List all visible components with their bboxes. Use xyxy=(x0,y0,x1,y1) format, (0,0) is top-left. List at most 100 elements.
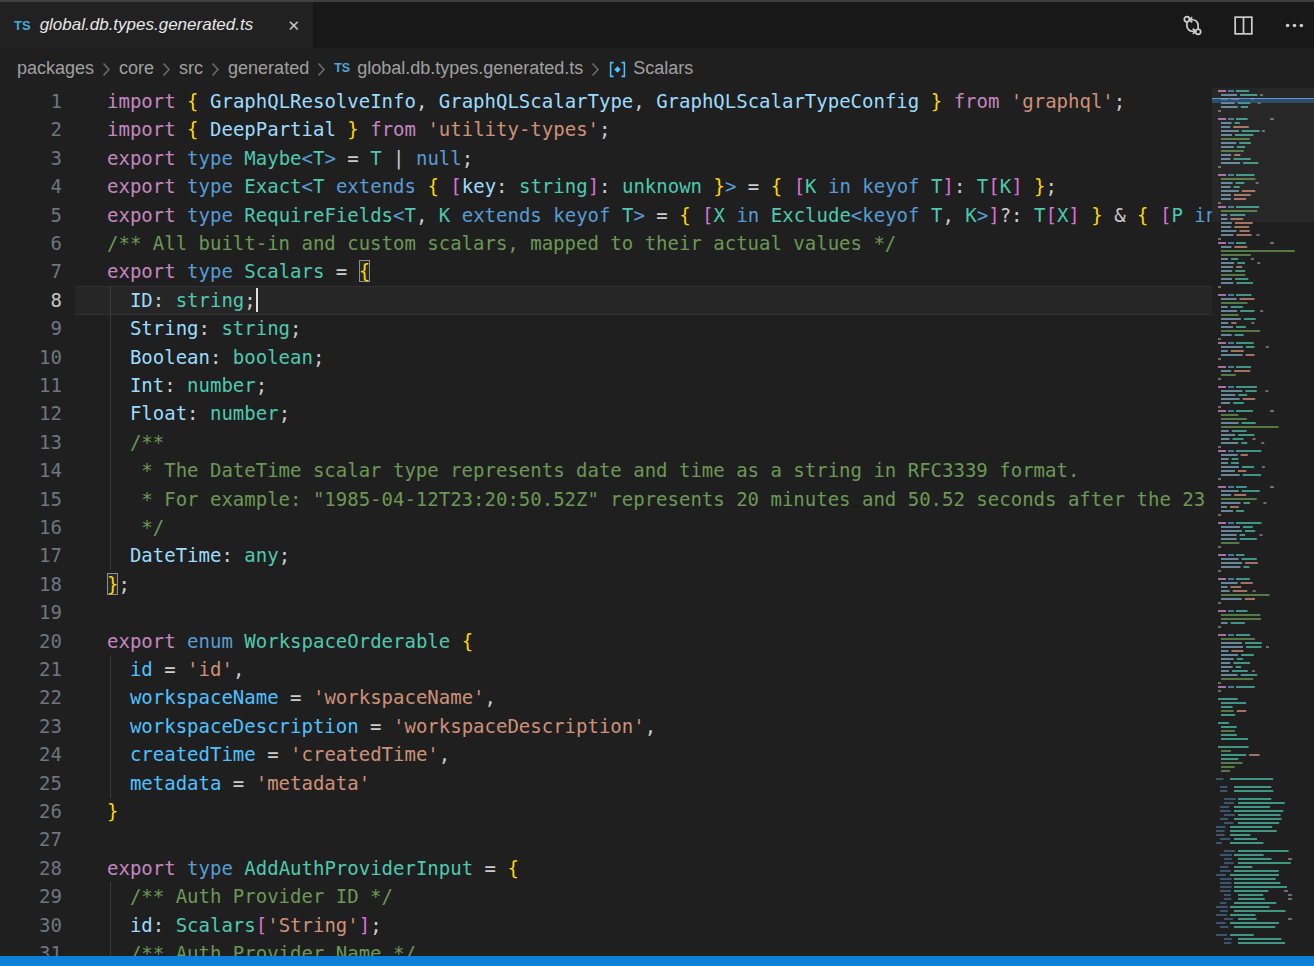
compare-changes-icon[interactable] xyxy=(1180,13,1204,37)
line-number: 19 xyxy=(0,598,62,627)
code-line-21[interactable]: 21 id = 'id', xyxy=(0,655,1212,684)
code-text: }; xyxy=(107,570,130,599)
tab-global-db-types[interactable]: TS global.db.types.generated.ts ✕ xyxy=(0,2,313,48)
tab-bar: TS global.db.types.generated.ts ✕ xyxy=(0,2,1314,48)
code-line-26[interactable]: 26} xyxy=(0,797,1212,826)
line-number: 6 xyxy=(0,229,62,258)
code-line-2[interactable]: 2 import { DeepPartial } from 'utility-ty… xyxy=(0,115,1212,144)
line-number: 10 xyxy=(0,343,62,372)
breadcrumb-item-core[interactable]: core xyxy=(119,58,154,79)
minimap[interactable] xyxy=(1212,88,1314,966)
code-text: createdTime = 'createdTime', xyxy=(107,740,450,769)
breadcrumb-separator-icon xyxy=(591,62,600,77)
code-text: export enum WorkspaceOrderable { xyxy=(107,627,473,656)
code-line-19[interactable]: 19 xyxy=(0,598,1212,627)
line-number: 28 xyxy=(0,854,62,883)
code-text: id = 'id', xyxy=(107,655,244,684)
code-text: /** Auth Provider ID */ xyxy=(107,882,393,911)
line-number: 17 xyxy=(0,541,62,570)
breadcrumb-item-symbol[interactable]: Scalars xyxy=(633,58,693,79)
code-text: import { DeepPartial } from 'utility-typ… xyxy=(107,115,610,144)
line-number: 13 xyxy=(0,428,62,457)
line-number: 14 xyxy=(0,456,62,485)
code-line-25[interactable]: 25 metadata = 'metadata' xyxy=(0,769,1212,798)
code-text: workspaceName = 'workspaceName', xyxy=(107,683,496,712)
code-line-11[interactable]: 11 Int: number; xyxy=(0,371,1212,400)
code-text: id: Scalars['String']; xyxy=(107,911,382,940)
line-number: 27 xyxy=(0,825,62,854)
code-text: /** All built-in and custom scalars, map… xyxy=(107,229,896,258)
code-text: Boolean: boolean; xyxy=(107,343,324,372)
editor-actions xyxy=(1180,2,1312,48)
code-line-28[interactable]: 28export type AddAuthProviderInput = { xyxy=(0,854,1212,883)
code-line-14[interactable]: 14 * The DateTime scalar type represents… xyxy=(0,456,1212,485)
code-line-23[interactable]: 23 workspaceDescription = 'workspaceDesc… xyxy=(0,712,1212,741)
breadcrumb-item-generated[interactable]: generated xyxy=(228,58,309,79)
code-text: String: string; xyxy=(107,314,302,343)
split-editor-icon[interactable] xyxy=(1231,13,1255,37)
code-line-9[interactable]: 9 String: string; xyxy=(0,314,1212,343)
code-line-1[interactable]: 1 import { GraphQLResolveInfo, GraphQLSca… xyxy=(0,88,1212,116)
line-number: 4 xyxy=(0,172,62,201)
code-text: } xyxy=(107,797,118,826)
code-line-27[interactable]: 27 xyxy=(0,825,1212,854)
code-line-24[interactable]: 24 createdTime = 'createdTime', xyxy=(0,740,1212,769)
breadcrumb-item-packages[interactable]: packages xyxy=(17,58,94,79)
line-number: 2 xyxy=(0,115,62,144)
code-line-7[interactable]: 7export type Scalars = { xyxy=(0,257,1212,286)
code-line-5[interactable]: 5 export type RequireFields<T, K extends … xyxy=(0,201,1212,230)
code-text: workspaceDescription = 'workspaceDescrip… xyxy=(107,712,656,741)
breadcrumb-separator-icon xyxy=(211,62,220,77)
code-text: * The DateTime scalar type represents da… xyxy=(107,456,1079,485)
code-line-29[interactable]: 29 /** Auth Provider ID */ xyxy=(0,882,1212,911)
tab-close-icon[interactable]: ✕ xyxy=(287,18,300,33)
code-line-18[interactable]: 18}; xyxy=(0,570,1212,599)
code-line-17[interactable]: 17 DateTime: any; xyxy=(0,541,1212,570)
line-number: 5 xyxy=(0,201,62,230)
line-number: 20 xyxy=(0,627,62,656)
line-number: 22 xyxy=(0,683,62,712)
line-number: 12 xyxy=(0,399,62,428)
code-text: DateTime: any; xyxy=(107,541,290,570)
line-number: 11 xyxy=(0,371,62,400)
code-line-6[interactable]: 6 /** All built-in and custom scalars, ma… xyxy=(0,229,1212,258)
line-number: 26 xyxy=(0,797,62,826)
line-number: 30 xyxy=(0,911,62,940)
code-text: /** xyxy=(107,428,164,457)
code-line-10[interactable]: 10 Boolean: boolean; xyxy=(0,343,1212,372)
breadcrumb-item-src[interactable]: src xyxy=(179,58,203,79)
code-line-16[interactable]: 16 */ xyxy=(0,513,1212,542)
line-number: 16 xyxy=(0,513,62,542)
code-text: export type Maybe<T> = T | null; xyxy=(107,144,473,173)
line-number: 7 xyxy=(0,257,62,286)
code-line-13[interactable]: 13 /** xyxy=(0,428,1212,457)
code-line-22[interactable]: 22 workspaceName = 'workspaceName', xyxy=(0,683,1212,712)
code-line-30[interactable]: 30 id: Scalars['String']; xyxy=(0,911,1212,940)
code-editor[interactable]: 1 import { GraphQLResolveInfo, GraphQLSca… xyxy=(0,88,1314,966)
minimap-slider[interactable] xyxy=(1212,88,1314,222)
more-actions-icon[interactable] xyxy=(1282,13,1306,37)
code-line-20[interactable]: 20 export enum WorkspaceOrderable { xyxy=(0,627,1212,656)
line-number: 15 xyxy=(0,485,62,514)
code-line-12[interactable]: 12 Float: number; xyxy=(0,399,1212,428)
code-text: import { GraphQLResolveInfo, GraphQLScal… xyxy=(107,88,1125,116)
line-number: 21 xyxy=(0,655,62,684)
code-line-8[interactable]: 8 ID: string; xyxy=(0,286,1212,315)
breadcrumb-separator-icon xyxy=(317,62,326,77)
minimap-current-line xyxy=(1212,98,1314,103)
code-text: export type RequireFields<T, K extends k… xyxy=(107,201,1212,230)
code-text: * For example: "1985-04-12T23:20:50.52Z"… xyxy=(107,485,1205,514)
line-number: 29 xyxy=(0,882,62,911)
line-number: 18 xyxy=(0,570,62,599)
code-area[interactable]: 1 import { GraphQLResolveInfo, GraphQLSca… xyxy=(0,88,1212,966)
code-text: ID: string; xyxy=(107,286,258,315)
line-number: 1 xyxy=(0,88,62,116)
code-text: Int: number; xyxy=(107,371,267,400)
breadcrumb-item-file[interactable]: global.db.types.generated.ts xyxy=(357,58,583,79)
code-line-4[interactable]: 4export type Exact<T extends { [key: str… xyxy=(0,172,1212,201)
typescript-file-icon: TS xyxy=(14,18,31,33)
breadcrumb-separator-icon xyxy=(162,62,171,77)
code-line-15[interactable]: 15 * For example: "1985-04-12T23:20:50.5… xyxy=(0,485,1212,514)
breadcrumb: packagescoresrcgeneratedTSglobal.db.type… xyxy=(0,48,1314,88)
code-line-3[interactable]: 3export type Maybe<T> = T | null; xyxy=(0,144,1212,173)
